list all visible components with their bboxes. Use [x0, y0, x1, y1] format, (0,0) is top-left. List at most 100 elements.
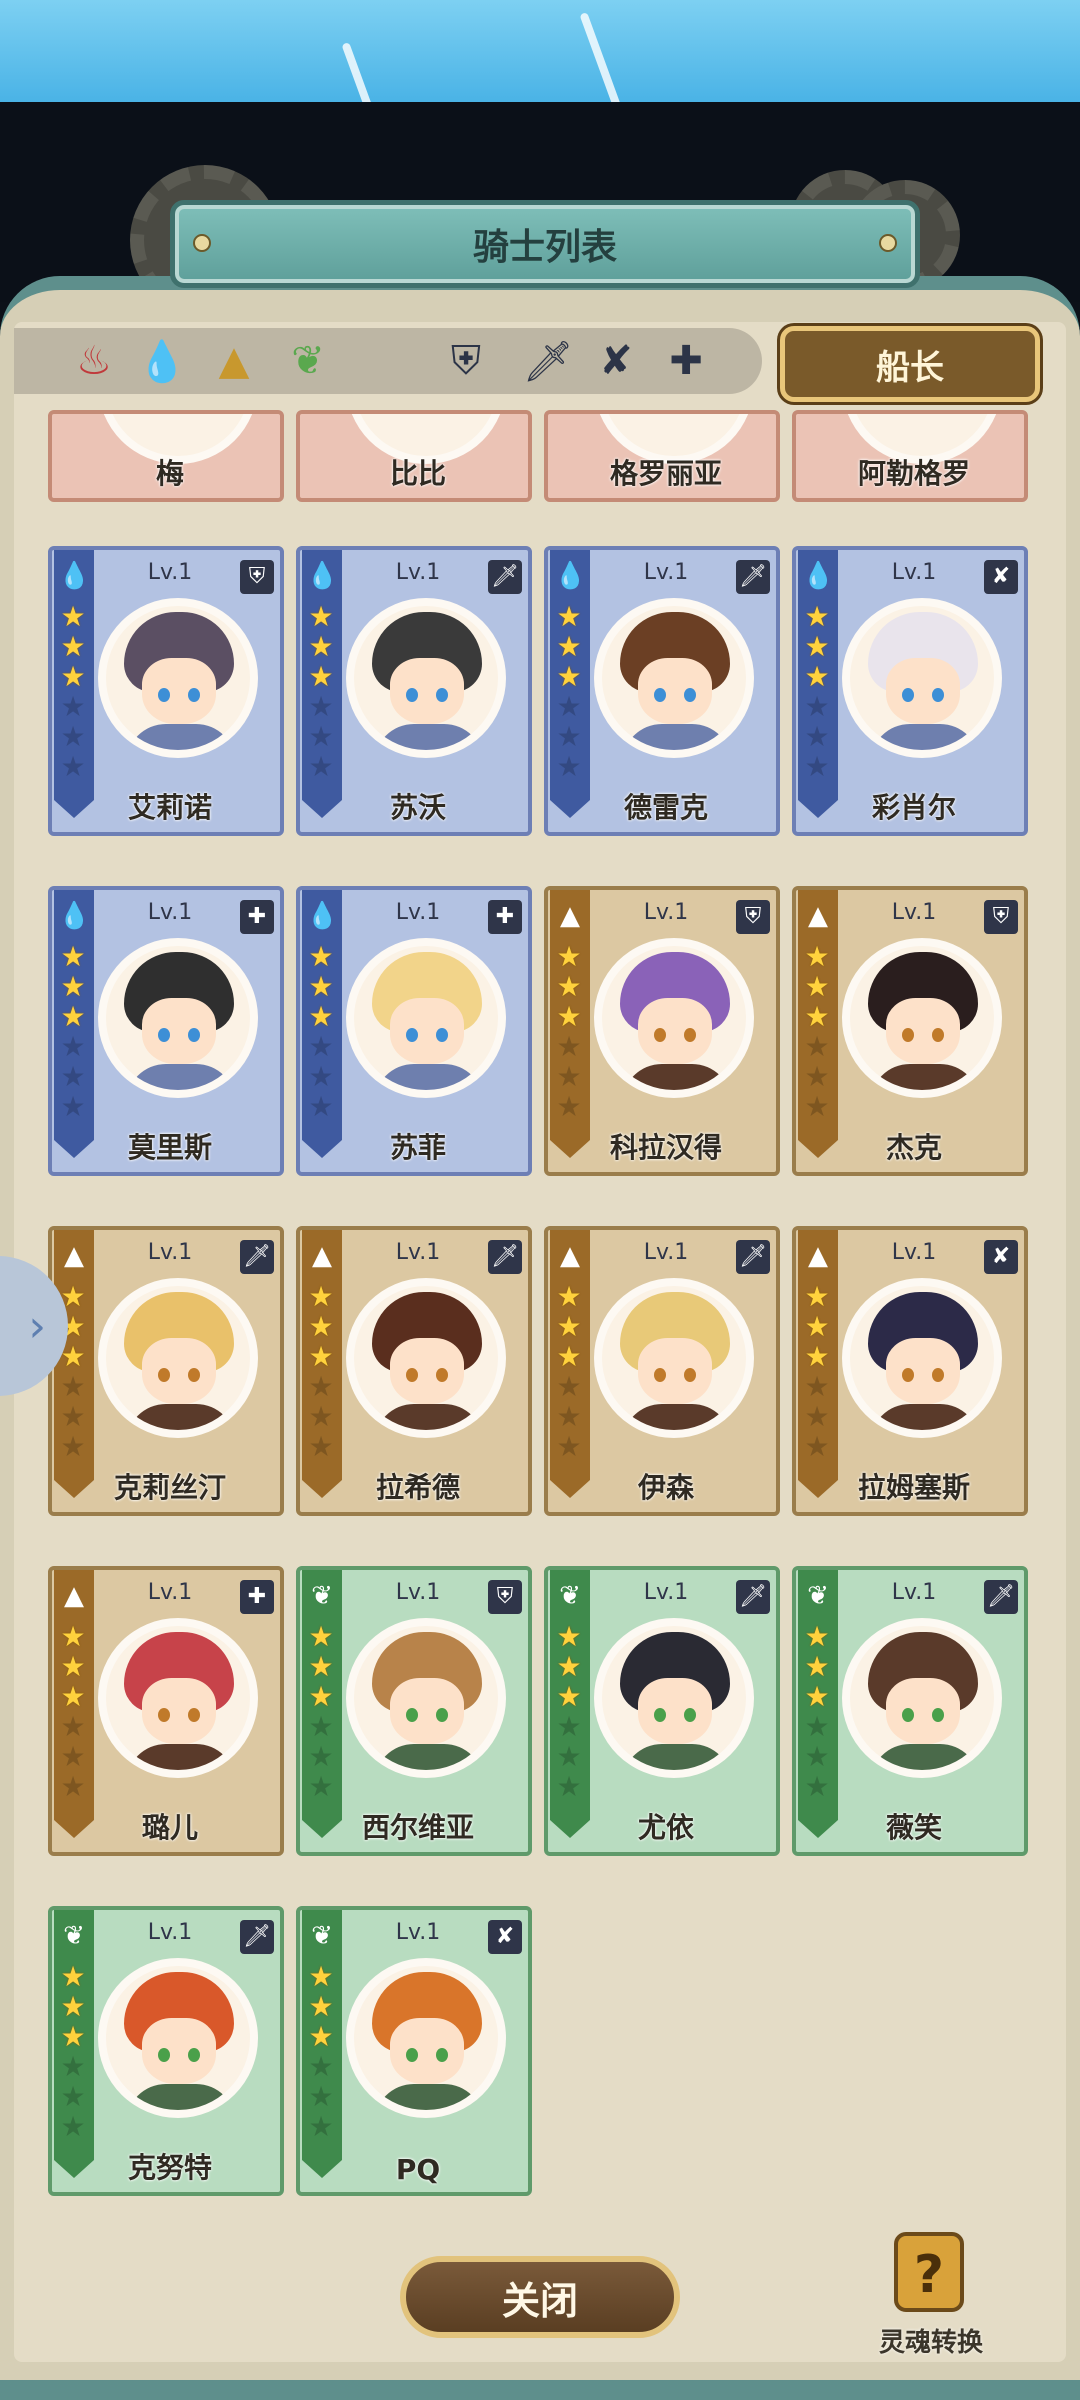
- star-icon: ★: [804, 1060, 830, 1093]
- portrait-face: [390, 1678, 464, 1744]
- knight-card[interactable]: 💧 ★ ★ ★ ★ ★ ★ Lv.1 ✚ 莫里斯: [48, 886, 284, 1176]
- knight-name: 彩肖尔: [871, 791, 956, 824]
- star-rating: ★ ★ ★ ★ ★ ★: [306, 942, 336, 1122]
- portrait-body: [374, 1064, 484, 1090]
- knight-card[interactable]: ▲ ★ ★ ★ ★ ★ ★ Lv.1 🗡 拉希德: [296, 1226, 532, 1516]
- knight-name: 莫里斯: [127, 1131, 212, 1164]
- knight-card[interactable]: 💧 ★ ★ ★ ★ ★ ★ Lv.1 ✚ 苏菲: [296, 886, 532, 1176]
- portrait-face: [638, 658, 712, 724]
- star-icon: ★: [804, 1680, 830, 1713]
- knight-card[interactable]: ❦ ★ ★ ★ ★ ★ ★ Lv.1 🗡 克努特: [48, 1906, 284, 2196]
- portrait-eye: [932, 688, 944, 702]
- water-element-icon[interactable]: 💧: [137, 337, 187, 385]
- portrait-eye: [654, 1368, 666, 1382]
- knight-card[interactable]: ▲ ★ ★ ★ ★ ★ ★ Lv.1 ✚ 璐儿: [48, 1566, 284, 1856]
- portrait-eye: [684, 688, 696, 702]
- portrait-body: [870, 1744, 980, 1770]
- star-icon: ★: [308, 1710, 334, 1743]
- portrait-body: [870, 1404, 980, 1430]
- star-rating: ★ ★ ★ ★ ★ ★: [306, 1282, 336, 1462]
- star-icon: ★: [556, 1710, 582, 1743]
- knight-card[interactable]: ▲ ★ ★ ★ ★ ★ ★ Lv.1 ✘ 拉姆塞斯: [792, 1226, 1028, 1516]
- star-icon: ★: [804, 1710, 830, 1743]
- star-icon: ★: [804, 600, 830, 633]
- knight-card[interactable]: ▲ ★ ★ ★ ★ ★ ★ Lv.1 ⛨ 杰克: [792, 886, 1028, 1176]
- knight-card[interactable]: 💧 ★ ★ ★ ★ ★ ★ Lv.1 ✘ 彩肖尔: [792, 546, 1028, 836]
- portrait-eye: [932, 1368, 944, 1382]
- portrait-eye: [158, 688, 170, 702]
- portrait-eye: [406, 1708, 418, 1722]
- knight-card[interactable]: 阿勒格罗: [792, 410, 1028, 502]
- knight-card[interactable]: ❦ ★ ★ ★ ★ ★ ★ Lv.1 ✘ PQ: [296, 1906, 532, 2196]
- star-icon: ★: [308, 1090, 334, 1123]
- bow-class-icon[interactable]: ✘: [592, 337, 640, 385]
- star-rating: ★ ★ ★ ★ ★ ★: [306, 1962, 336, 2142]
- knight-portrait: [346, 1278, 506, 1438]
- star-icon: ★: [556, 1030, 582, 1063]
- portrait-body: [374, 1404, 484, 1430]
- star-rating: ★ ★ ★ ★ ★ ★: [306, 1622, 336, 1802]
- star-icon: ★: [804, 1770, 830, 1803]
- knight-card[interactable]: ❦ ★ ★ ★ ★ ★ ★ Lv.1 🗡 薇笑: [792, 1566, 1028, 1856]
- star-icon: ★: [308, 1030, 334, 1063]
- knight-card[interactable]: 格罗丽亚: [544, 410, 780, 502]
- wind-element-icon[interactable]: ❦: [284, 337, 332, 385]
- star-icon: ★: [60, 2080, 86, 2113]
- star-icon: ★: [556, 1650, 582, 1683]
- close-button[interactable]: 关闭: [400, 2256, 680, 2338]
- knight-card[interactable]: 比比: [296, 410, 532, 502]
- star-icon: ★: [556, 1620, 582, 1653]
- knight-card[interactable]: ▲ ★ ★ ★ ★ ★ ★ Lv.1 ⛨ 科拉汉得: [544, 886, 780, 1176]
- star-icon: ★: [804, 1370, 830, 1403]
- knight-card[interactable]: ▲ ★ ★ ★ ★ ★ ★ Lv.1 🗡 伊森: [544, 1226, 780, 1516]
- knight-portrait: [842, 598, 1002, 758]
- earth-element-icon[interactable]: ▲: [210, 337, 258, 385]
- chevron-right-icon: ›: [28, 1300, 46, 1352]
- knight-card[interactable]: ❦ ★ ★ ★ ★ ★ ★ Lv.1 ⛨ 西尔维亚: [296, 1566, 532, 1856]
- shield-class-icon: ⛨: [488, 1580, 522, 1614]
- knight-name: 德雷克: [623, 791, 708, 824]
- cross-class-icon[interactable]: ✚: [662, 337, 710, 385]
- star-rating: ★ ★ ★ ★ ★ ★: [554, 942, 584, 1122]
- shield-class-icon[interactable]: ⛨: [442, 337, 490, 385]
- sword-class-icon[interactable]: 🗡: [523, 337, 574, 385]
- star-icon: ★: [308, 1280, 334, 1313]
- star-icon: ★: [60, 1990, 86, 2023]
- star-icon: ★: [804, 1030, 830, 1063]
- knight-card[interactable]: 💧 ★ ★ ★ ★ ★ ★ Lv.1 🗡 德雷克: [544, 546, 780, 836]
- star-icon: ★: [60, 1770, 86, 1803]
- star-icon: ★: [308, 2110, 334, 2143]
- knight-card[interactable]: 💧 ★ ★ ★ ★ ★ ★ Lv.1 ⛨ 艾莉诺: [48, 546, 284, 836]
- panel-bottom-edge: [0, 2380, 1080, 2400]
- portrait-eye: [654, 1708, 666, 1722]
- star-icon: ★: [556, 660, 582, 693]
- star-icon: ★: [804, 1740, 830, 1773]
- portrait-face: [886, 998, 960, 1064]
- portrait-face: [390, 658, 464, 724]
- soul-convert-button[interactable]: ? 灵魂转换: [866, 2226, 996, 2358]
- knight-card[interactable]: ▲ ★ ★ ★ ★ ★ ★ Lv.1 🗡 克莉丝汀: [48, 1226, 284, 1516]
- knight-card[interactable]: ❦ ★ ★ ★ ★ ★ ★ Lv.1 🗡 尤依: [544, 1566, 780, 1856]
- star-icon: ★: [556, 970, 582, 1003]
- star-icon: ★: [308, 2020, 334, 2053]
- portrait-body: [622, 1064, 732, 1090]
- knight-portrait: [98, 1278, 258, 1438]
- sword-class-icon: 🗡: [488, 1240, 522, 1274]
- portrait-eye: [436, 1028, 448, 1042]
- portrait-body: [374, 2084, 484, 2110]
- captain-button[interactable]: 船长: [780, 326, 1040, 402]
- portrait-eye: [158, 1708, 170, 1722]
- star-icon: ★: [60, 660, 86, 693]
- knight-portrait: [346, 1618, 506, 1778]
- portrait-eye: [932, 1708, 944, 1722]
- star-icon: ★: [308, 720, 334, 753]
- knight-name: 梅: [155, 457, 184, 490]
- star-icon: ★: [60, 720, 86, 753]
- rivet-icon: [193, 234, 211, 252]
- star-icon: ★: [60, 1650, 86, 1683]
- knight-card[interactable]: 💧 ★ ★ ★ ★ ★ ★ Lv.1 🗡 苏沃: [296, 546, 532, 836]
- portrait-eye: [684, 1368, 696, 1382]
- star-icon: ★: [804, 1280, 830, 1313]
- fire-element-icon[interactable]: ♨: [70, 337, 118, 385]
- knight-card[interactable]: 梅: [48, 410, 284, 502]
